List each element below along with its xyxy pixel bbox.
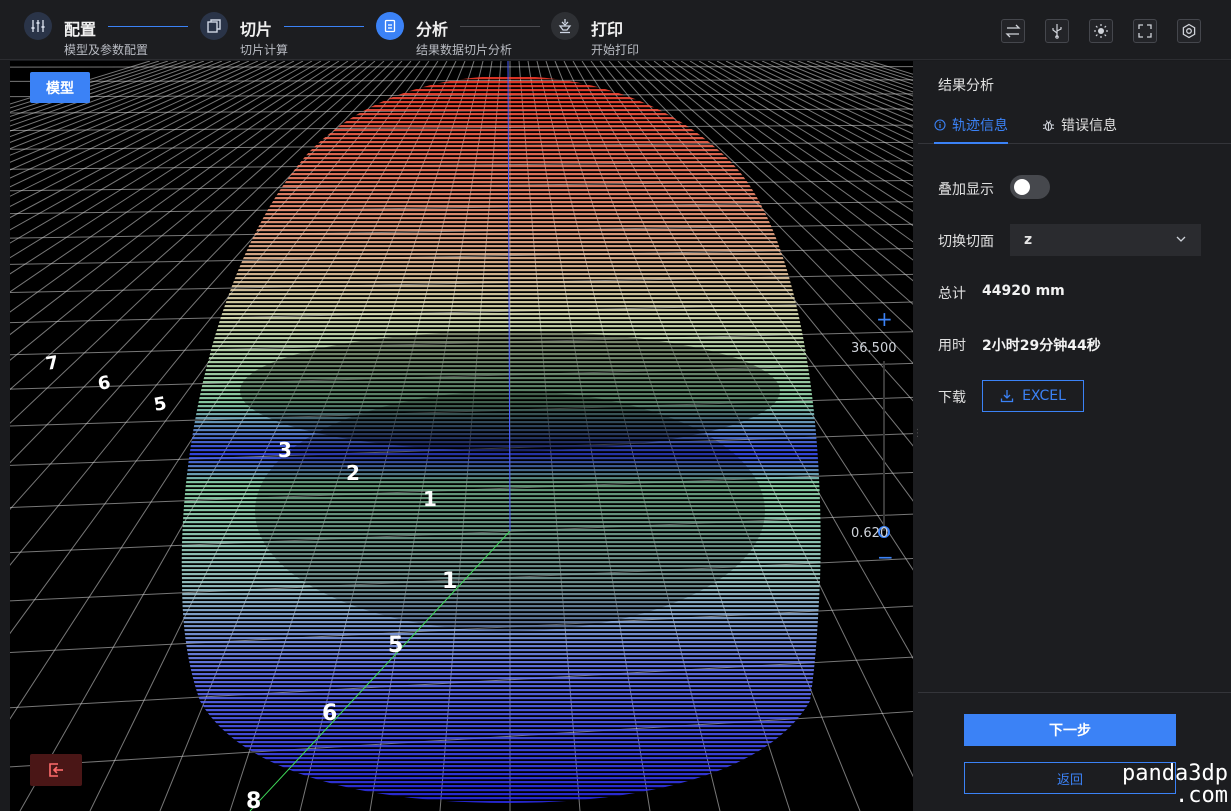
axis-tick-label: 8 [246,789,262,811]
usb-icon [1052,24,1062,39]
download-icon [1000,390,1014,403]
step-subtitle: 模型及参数配置 [64,43,149,57]
watermark-line: .com [1175,783,1228,808]
step-connector [460,26,540,27]
layer-max-value: 36.500 [851,341,897,356]
panel-divider [918,692,1231,693]
time-value: 2小时29分钟44秒 [982,338,1101,354]
tab-label: 轨迹信息 [952,118,1008,134]
chevron-down-icon [1176,236,1186,242]
total-label: 总计 [938,286,966,302]
step-title: 配置 [64,20,97,39]
step-subtitle: 结果数据切片分析 [416,43,513,57]
step-bar: 配置 模型及参数配置 切片 切片计算 分析 结果数据切片分析 打印 开始打印 [0,0,1231,60]
info-icon [934,119,946,131]
tab-track-info[interactable]: 轨迹信息 [934,115,1008,144]
step-title: 切片 [240,20,273,39]
exit-button[interactable] [30,754,82,786]
document-icon [376,12,404,40]
watermark-line: panda3dp [1122,761,1228,786]
step-slice[interactable]: 切片 切片计算 [200,10,370,57]
swap-button[interactable] [1001,19,1025,43]
step-connector [108,26,188,27]
usb-button[interactable] [1045,19,1069,43]
excel-download-button[interactable]: EXCEL [982,380,1084,412]
fullscreen-icon [1138,24,1152,38]
step-title: 打印 [591,20,624,39]
step-analyze[interactable]: 分析 结果数据切片分析 [376,10,546,57]
step-title: 分析 [416,20,449,39]
download-label: 下载 [938,390,966,406]
sun-icon [1094,24,1108,38]
watermark-text: panda3dp .com [1100,763,1228,807]
layer-min-value: 0.620 [851,526,889,541]
brightness-button[interactable] [1089,19,1113,43]
axis-tick-label: 1 [442,569,458,594]
logout-icon [49,763,63,777]
axis-tick-label: 6 [322,701,338,726]
model-view-button[interactable]: 模型 [30,72,90,103]
tab-label: 错误信息 [1061,118,1117,134]
layers-icon [200,12,228,40]
layer-increase-button[interactable]: + [876,309,893,329]
overlay-label: 叠加显示 [938,182,994,198]
tab-error-info[interactable]: 错误信息 [1042,115,1117,135]
total-value: 44920 mm [982,283,1065,299]
excel-label: EXCEL [1022,388,1066,404]
overlay-toggle[interactable] [1010,175,1050,199]
fullscreen-button[interactable] [1133,19,1157,43]
model-viewport[interactable]: 7 6 5 3 2 1 1 5 6 8 模型 + 36.500 0.620 − [10,61,913,811]
swap-icon [1005,24,1021,38]
step-connector [284,26,364,27]
settings-button[interactable] [1177,19,1201,43]
time-label: 用时 [938,338,966,354]
axis-tick-label: 1 [423,487,437,511]
axis-tick-label: 2 [346,461,360,485]
section-select[interactable]: z [1010,224,1201,256]
nozzle-icon [551,12,579,40]
step-subtitle: 切片计算 [240,43,289,57]
analysis-tabs: 轨迹信息 错误信息 [918,105,1231,144]
section-label: 切换切面 [938,234,994,250]
sliders-icon [24,12,52,40]
step-print[interactable]: 打印 开始打印 [551,10,671,57]
toggle-knob [1014,179,1030,195]
axis-tick-label: 3 [278,438,292,462]
analysis-panel: 结果分析 轨迹信息 错误信息 叠加显示 切换切面 z 总计 44920 mm 用… [918,61,1231,811]
layer-decrease-button[interactable]: − [877,547,894,567]
next-step-button[interactable]: 下一步 [964,714,1176,746]
step-subtitle: 开始打印 [591,43,640,57]
section-select-value: z [1024,232,1033,248]
gear-icon [1182,23,1196,39]
panel-title: 结果分析 [938,78,994,94]
axis-tick-label: 5 [388,633,404,658]
step-config[interactable]: 配置 模型及参数配置 [24,10,194,57]
bug-icon [1042,119,1055,131]
toolpath-scene [10,61,913,811]
